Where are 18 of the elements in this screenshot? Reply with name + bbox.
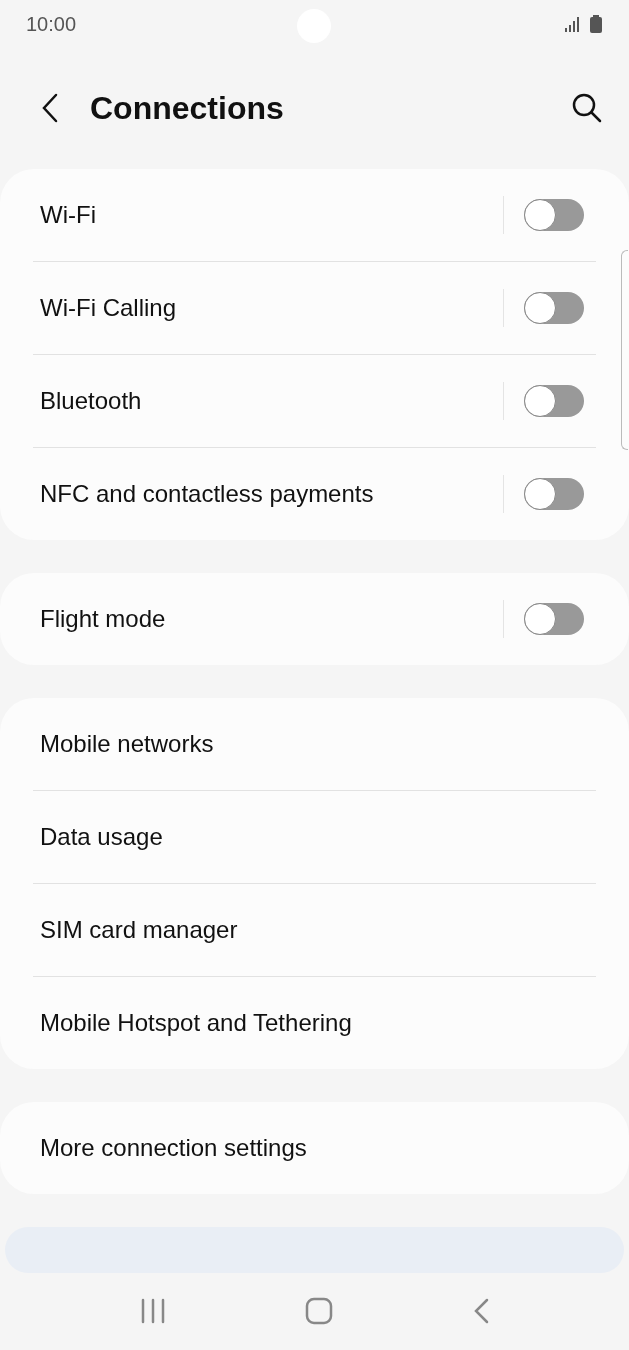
setting-label[interactable]: More connection settings — [33, 1133, 596, 1162]
toggle-switch[interactable] — [524, 198, 584, 231]
setting-label[interactable]: Mobile Hotspot and Tethering — [33, 1008, 596, 1037]
toggle-switch[interactable] — [524, 291, 584, 324]
setting-label[interactable]: Data usage — [33, 822, 596, 851]
setting-label[interactable]: SIM card manager — [33, 915, 596, 944]
page-title: Connections — [90, 89, 285, 127]
setting-label[interactable]: Flight mode — [33, 604, 503, 633]
setting-label[interactable]: Wi-Fi — [33, 200, 503, 229]
setting-label[interactable]: NFC and contactless payments — [33, 479, 503, 508]
setting-label[interactable]: Bluetooth — [33, 386, 503, 415]
toggle-switch[interactable] — [524, 384, 584, 417]
toggle-switch[interactable] — [524, 602, 584, 635]
toggle-switch[interactable] — [524, 477, 584, 510]
status-time: 10:00 — [26, 12, 77, 36]
setting-label[interactable]: Mobile networks — [33, 729, 596, 758]
setting-label[interactable]: Wi-Fi Calling — [33, 293, 503, 322]
signal-battery-icon — [565, 14, 603, 35]
